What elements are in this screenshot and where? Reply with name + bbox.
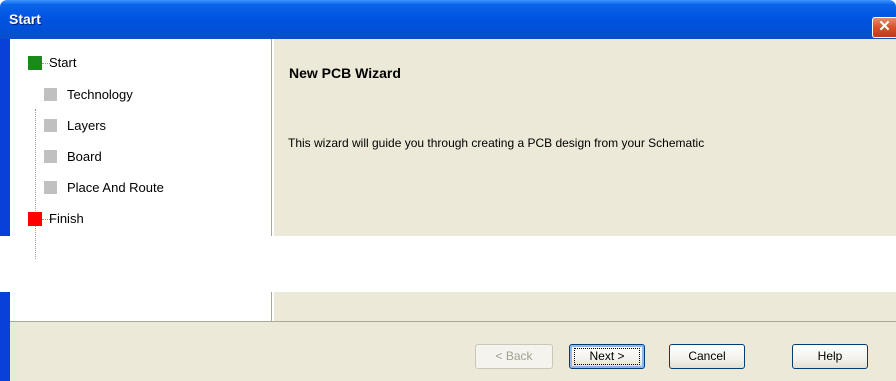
step-label: Start (49, 55, 77, 70)
step-start: Start (28, 52, 278, 72)
step-layers: Layers (28, 115, 278, 135)
step-label: Board (67, 149, 102, 164)
panel-divider-lower (271, 292, 273, 321)
step-technology: Technology (28, 84, 278, 104)
wizard-content-panel: New PCB Wizard This wizard will guide yo… (274, 39, 896, 236)
step-place-and-route: Place And Route (28, 177, 278, 197)
panel-divider (271, 39, 273, 236)
step-place-and-route-marker (44, 181, 57, 194)
step-label: Finish (49, 211, 84, 226)
step-start-marker (28, 56, 42, 70)
step-finish-marker (28, 212, 42, 226)
step-finish: Finish (28, 208, 278, 228)
step-label: Place And Route (67, 180, 164, 195)
window-border-left (0, 39, 10, 236)
title-bar[interactable]: Start ✕ (0, 0, 896, 39)
close-icon[interactable]: ✕ (872, 17, 896, 38)
button-bar: < Back Next > Cancel Help (10, 321, 896, 381)
back-button[interactable]: < Back (475, 344, 553, 369)
wizard-content-panel-lower (274, 292, 896, 321)
help-button[interactable]: Help (792, 344, 868, 369)
step-label: Layers (67, 118, 107, 133)
wizard-steps-panel: Start Technology Layers Board Place And … (10, 39, 271, 259)
step-layers-marker (44, 119, 57, 132)
cancel-button[interactable]: Cancel (669, 344, 745, 369)
wizard-steps-panel-lower (10, 292, 271, 321)
next-button[interactable]: Next > (569, 344, 645, 369)
step-technology-marker (44, 88, 57, 101)
focus-rect (574, 348, 640, 365)
step-board: Board (28, 146, 278, 166)
wizard-description: This wizard will guide you through creat… (288, 136, 705, 150)
step-label: Technology (67, 87, 133, 102)
wizard-title: New PCB Wizard (289, 65, 401, 81)
step-board-marker (44, 150, 57, 163)
window-border-left-lower (0, 292, 10, 381)
window-title: Start (9, 11, 41, 27)
